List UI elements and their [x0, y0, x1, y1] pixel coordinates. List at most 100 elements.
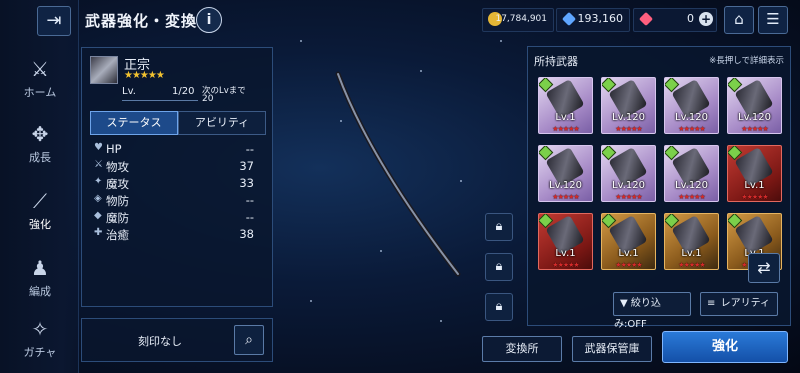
crystal-display: 193,160	[556, 8, 630, 32]
tab-status[interactable]: ステータス	[90, 111, 178, 135]
stat-matk: ✦ 魔攻 33	[94, 176, 254, 191]
weapon-card[interactable]: Lv.120 ★★★★★	[601, 77, 656, 134]
side-nav: ⚔ ホーム ✥ 成長 ⟋ 強化 ♟ 編成 ✧ ガチャ	[0, 0, 79, 373]
home-icon: ⚔	[31, 57, 49, 81]
sort-icon: ≡	[707, 298, 716, 309]
storage-button[interactable]: 武器保管庫	[572, 336, 652, 362]
menu-icon: ☰	[766, 10, 780, 28]
card-stars: ★★★★★	[678, 261, 705, 269]
weapon-card[interactable]: Lv.1 ★★★★★	[664, 213, 719, 270]
level-label: Lv.	[122, 86, 136, 97]
weapon-card[interactable]: Lv.1 ★★★★★	[538, 77, 593, 134]
owned-hint: ※長押しで詳細表示	[709, 56, 784, 66]
search-icon: ⌕	[245, 332, 253, 348]
menu-button[interactable]: ☰	[758, 6, 788, 34]
weapon-card[interactable]: Lv.120 ★★★★★	[664, 77, 719, 134]
staff-icon: ✦	[94, 176, 103, 187]
weapon-grid: Lv.1 ★★★★★ Lv.120 ★★★★★ Lv.120 ★★★★★ Lv.120 ★★★…	[538, 77, 783, 325]
magic-shield-icon: ◆	[94, 210, 102, 221]
nav-party[interactable]: ♟ 編成	[10, 257, 70, 299]
card-stars: ★★★★★	[552, 125, 579, 133]
gem-display: 0 +	[633, 8, 717, 32]
info-button[interactable]: i	[196, 7, 222, 33]
shield-icon: ◈	[94, 193, 102, 204]
card-level: Lv.1	[555, 248, 576, 259]
stat-hp: ♥ HP --	[94, 142, 254, 156]
katana-image	[335, 71, 461, 277]
present-icon: ⌂	[734, 10, 744, 28]
card-level: Lv.1	[618, 248, 639, 259]
card-level: Lv.1	[681, 248, 702, 259]
card-stars: ★★★★★	[678, 193, 705, 201]
nav-home[interactable]: ⚔ ホーム	[10, 58, 70, 100]
card-stars: ★★★★★	[678, 125, 705, 133]
engrave-search-button[interactable]: ⌕	[234, 325, 264, 355]
lock-button-1[interactable]: 🔒︎	[485, 213, 513, 241]
nav-enhance[interactable]: ⟋ 強化	[10, 190, 70, 232]
card-level: Lv.120	[675, 180, 708, 191]
card-stars: ★★★★★	[615, 193, 642, 201]
weapon-card[interactable]: Lv.1 ★★★★★	[601, 213, 656, 270]
weapon-stars: ★★★★★	[124, 70, 165, 81]
enhance-button[interactable]: 強化	[662, 331, 788, 363]
weapon-card[interactable]: Lv.120 ★★★★★	[538, 145, 593, 202]
page-title: 武器強化・変換	[85, 12, 198, 30]
party-icon: ♟	[31, 256, 49, 280]
filter-icon: ▼	[620, 298, 628, 309]
heal-icon: ✚	[94, 227, 103, 238]
card-stars: ★★★★★	[615, 125, 642, 133]
gold-display: 17,784,901	[482, 8, 554, 32]
swap-icon: ⇄	[757, 258, 771, 277]
weapon-card[interactable]: Lv.120 ★★★★★	[601, 145, 656, 202]
owned-weapons-panel: 所持武器 ※長押しで詳細表示 Lv.1 ★★★★★ Lv.120 ★★★★★ Lv.12…	[527, 46, 791, 326]
card-level: Lv.120	[675, 112, 708, 123]
card-level: Lv.120	[738, 112, 771, 123]
card-stars: ★★★★★	[615, 261, 642, 269]
filter-button[interactable]: ▼ 絞り込み:OFF	[613, 292, 691, 330]
swap-button[interactable]: ⇄	[748, 253, 780, 283]
nav-gacha[interactable]: ✧ ガチャ	[10, 318, 70, 360]
weapon-card[interactable]: Lv.120 ★★★★★	[664, 145, 719, 202]
level-bar	[122, 100, 198, 101]
lock-icon: 🔒︎	[495, 219, 503, 234]
exchange-button[interactable]: 変換所	[482, 336, 562, 362]
weapon-thumbnail	[90, 56, 118, 84]
sword-icon: ⚔	[94, 159, 103, 170]
card-stars: ★★★★★	[552, 261, 579, 269]
growth-icon: ✥	[31, 122, 49, 146]
lock-button-3[interactable]: 🔒︎	[485, 293, 513, 321]
card-level: Lv.1	[555, 112, 576, 123]
engrave-panel: 刻印なし ⌕	[81, 318, 273, 362]
weapon-card[interactable]: Lv.120 ★★★★★	[727, 77, 782, 134]
lock-icon: 🔒︎	[495, 259, 503, 274]
card-level: Lv.120	[549, 180, 582, 191]
card-level: Lv.1	[744, 180, 765, 191]
level-value: 1/20	[172, 86, 195, 97]
stat-mdef: ◆ 魔防 --	[94, 210, 254, 225]
weapon-card[interactable]: Lv.1 ★★★★★	[538, 213, 593, 270]
owned-title: 所持武器	[534, 55, 578, 68]
stat-patk: ⚔ 物攻 37	[94, 159, 254, 174]
add-gem-icon[interactable]: +	[699, 12, 713, 26]
lock-icon: 🔒︎	[495, 299, 503, 314]
gem-icon	[638, 11, 654, 27]
card-stars: ★★★★★	[741, 193, 768, 201]
sort-button[interactable]: ≡ レアリティ	[700, 292, 778, 316]
tab-ability[interactable]: アビリティ	[178, 111, 266, 135]
next-level-value: 20	[202, 94, 214, 104]
enhance-icon: ⟋	[33, 189, 47, 213]
stat-pdef: ◈ 物防 --	[94, 193, 254, 208]
back-button[interactable]: ⇥	[37, 6, 71, 36]
crystal-icon	[561, 11, 577, 27]
nav-growth[interactable]: ✥ 成長	[10, 123, 70, 165]
card-stars: ★★★★★	[552, 193, 579, 201]
present-box-button[interactable]: ⌂	[724, 6, 754, 34]
heart-icon: ♥	[94, 142, 103, 153]
weapon-status-panel: 正宗 ★★★★★ Lv. 1/20 次のLvまで 20 ステータス アビリティ …	[81, 47, 273, 307]
stat-heal: ✚ 治癒 38	[94, 227, 254, 242]
card-level: Lv.120	[612, 112, 645, 123]
card-stars: ★★★★★	[741, 125, 768, 133]
weapon-card[interactable]: Lv.1 ★★★★★	[727, 145, 782, 202]
back-arrow-icon: ⇥	[46, 10, 62, 31]
lock-button-2[interactable]: 🔒︎	[485, 253, 513, 281]
